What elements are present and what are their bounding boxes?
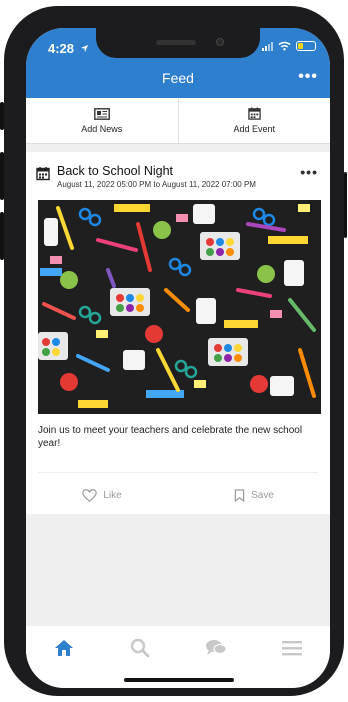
mute-switch (0, 102, 4, 130)
notch (96, 28, 260, 58)
calendar-icon (248, 107, 261, 120)
phone-frame: 4:28 Feed ••• Add News Add Event Back to… (0, 6, 347, 696)
post-more-options-icon[interactable]: ••• (300, 164, 318, 180)
status-time-text: 4:28 (48, 41, 75, 56)
post-heading: Back to School Night August 11, 2022 05:… (57, 164, 256, 189)
paint-palette (208, 338, 248, 366)
school-supplies-pattern (38, 200, 321, 414)
add-event-button[interactable]: Add Event (177, 98, 331, 143)
nav-home[interactable] (44, 636, 84, 660)
home-icon (55, 640, 73, 656)
speaker (156, 40, 196, 45)
action-bar: Add News Add Event (26, 98, 330, 144)
wifi-icon (278, 41, 291, 51)
paint-palette (38, 332, 68, 360)
status-icons (262, 41, 316, 51)
post-actions: Like Save (26, 480, 330, 510)
volume-down-button (0, 212, 4, 260)
card-divider (38, 472, 318, 473)
add-news-label: Add News (81, 123, 123, 134)
nav-messages[interactable] (196, 636, 236, 660)
add-news-button[interactable]: Add News (26, 98, 178, 143)
add-event-label: Add Event (233, 124, 276, 134)
menu-icon (282, 641, 302, 656)
screen: 4:28 Feed ••• Add News Add Event Back to… (26, 28, 330, 688)
newspaper-icon (93, 107, 110, 120)
heart-icon (82, 488, 98, 502)
post-title[interactable]: Back to School Night (57, 164, 256, 178)
post-date: August 11, 2022 05:00 PM to August 11, 2… (57, 180, 256, 189)
power-button (344, 172, 347, 238)
paint-palette (200, 232, 240, 260)
save-button[interactable]: Save (178, 480, 330, 510)
nav-menu[interactable] (272, 636, 312, 660)
like-label: Like (103, 489, 122, 501)
event-post-card: Back to School Night August 11, 2022 05:… (26, 152, 330, 514)
volume-up-button (0, 152, 4, 200)
save-label: Save (251, 489, 274, 501)
location-arrow-icon (80, 44, 88, 53)
paint-palette (110, 288, 150, 316)
battery-icon (296, 41, 316, 51)
more-options-icon[interactable]: ••• (298, 68, 318, 86)
signal-icon (262, 41, 273, 51)
search-icon (130, 638, 150, 658)
post-header: Back to School Night August 11, 2022 05:… (36, 164, 256, 189)
post-body: Join us to meet your teachers and celebr… (38, 425, 303, 449)
status-time: 4:28 (48, 41, 89, 56)
home-indicator (124, 678, 234, 682)
post-image[interactable] (38, 200, 321, 414)
chat-icon (206, 640, 227, 655)
event-calendar-icon (36, 167, 50, 181)
like-button[interactable]: Like (26, 480, 178, 510)
front-camera (216, 38, 224, 46)
bookmark-icon (234, 488, 245, 502)
nav-search[interactable] (120, 636, 160, 660)
page-title: Feed (162, 70, 194, 86)
